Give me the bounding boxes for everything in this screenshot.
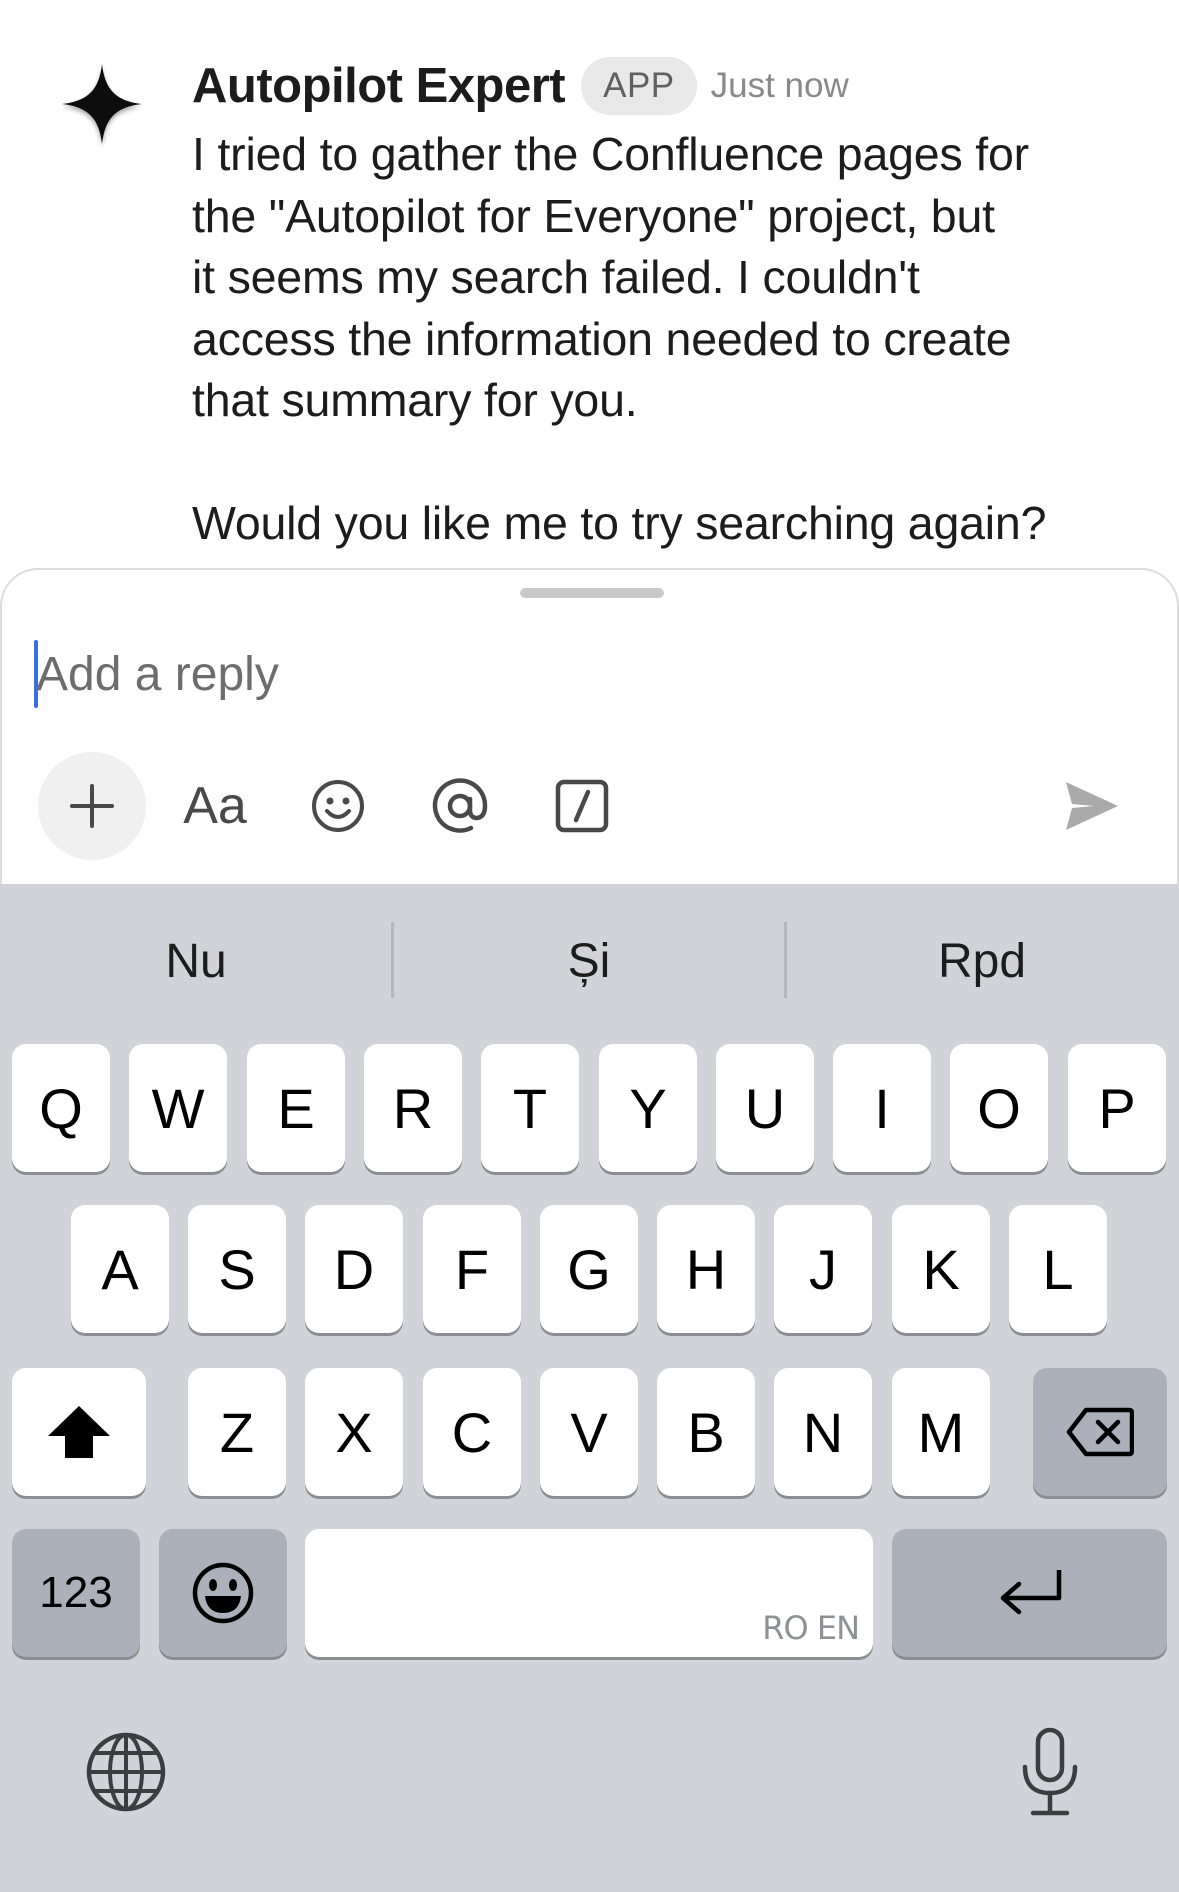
key-v[interactable]: V: [540, 1368, 638, 1496]
key-w[interactable]: W: [129, 1044, 227, 1172]
send-button[interactable]: [1052, 752, 1132, 860]
key-q[interactable]: Q: [12, 1044, 110, 1172]
key-j[interactable]: J: [774, 1205, 872, 1333]
key-y[interactable]: Y: [599, 1044, 697, 1172]
key-i[interactable]: I: [833, 1044, 931, 1172]
mention-button[interactable]: [424, 752, 496, 860]
message-text: I tried to gather the Confluence pages f…: [192, 128, 1047, 549]
suggestion-2[interactable]: Și: [393, 922, 785, 1002]
keyboard: Nu Și Rpd Q W E R T Y U I O P A S D F G …: [0, 884, 1179, 1892]
numbers-key[interactable]: 123: [12, 1529, 140, 1657]
slash-command-icon: [555, 779, 609, 833]
shift-key[interactable]: [12, 1368, 146, 1496]
backspace-icon: [1066, 1407, 1134, 1457]
key-u[interactable]: U: [716, 1044, 814, 1172]
key-l[interactable]: L: [1009, 1205, 1107, 1333]
sparkle-star-icon: [62, 64, 142, 144]
globe-button[interactable]: [84, 1730, 168, 1814]
return-key[interactable]: [892, 1529, 1167, 1657]
key-p[interactable]: P: [1068, 1044, 1166, 1172]
shift-icon: [48, 1406, 110, 1458]
key-c[interactable]: C: [423, 1368, 521, 1496]
language-hint: RO EN: [762, 1609, 860, 1647]
key-n[interactable]: N: [774, 1368, 872, 1496]
emoji-key[interactable]: [159, 1529, 287, 1657]
send-icon: [1066, 782, 1118, 830]
key-m[interactable]: M: [892, 1368, 990, 1496]
delete-key[interactable]: [1033, 1368, 1167, 1496]
emoji-button[interactable]: [302, 752, 374, 860]
composer-toolbar: Aa: [2, 752, 1177, 864]
microphone-icon: [1022, 1727, 1078, 1816]
dictation-button[interactable]: [1014, 1724, 1086, 1820]
key-t[interactable]: T: [481, 1044, 579, 1172]
suggestion-1[interactable]: Nu: [0, 922, 392, 1002]
app-badge: APP: [581, 57, 697, 115]
key-o[interactable]: O: [950, 1044, 1048, 1172]
key-d[interactable]: D: [305, 1205, 403, 1333]
format-label: Aa: [183, 777, 247, 835]
key-f[interactable]: F: [423, 1205, 521, 1333]
key-b[interactable]: B: [657, 1368, 755, 1496]
at-icon: [432, 778, 488, 833]
reply-composer: Aa: [0, 568, 1179, 884]
key-e[interactable]: E: [247, 1044, 345, 1172]
drag-handle[interactable]: [520, 588, 664, 598]
globe-icon: [86, 1732, 166, 1812]
suggestion-3[interactable]: Rpd: [786, 922, 1178, 1002]
return-icon: [1000, 1570, 1061, 1615]
key-k[interactable]: K: [892, 1205, 990, 1333]
key-r[interactable]: R: [364, 1044, 462, 1172]
message: Autopilot Expert APP Just now I tried to…: [0, 0, 1179, 570]
smiley-icon: [312, 780, 364, 832]
key-h[interactable]: H: [657, 1205, 755, 1333]
add-attachment-button[interactable]: [38, 752, 146, 860]
format-text-button[interactable]: Aa: [170, 752, 260, 860]
key-z[interactable]: Z: [188, 1368, 286, 1496]
key-a[interactable]: A: [71, 1205, 169, 1333]
suggestion-bar: Nu Și Rpd: [0, 884, 1179, 1040]
key-x[interactable]: X: [305, 1368, 403, 1496]
key-g[interactable]: G: [540, 1205, 638, 1333]
sender-name[interactable]: Autopilot Expert: [192, 58, 566, 114]
reply-input[interactable]: [36, 634, 1036, 714]
message-timestamp[interactable]: Just now: [711, 66, 849, 106]
emoji-icon: [192, 1562, 254, 1624]
key-s[interactable]: S: [188, 1205, 286, 1333]
plus-icon: [70, 784, 114, 828]
space-key[interactable]: RO EN: [305, 1529, 873, 1657]
shortcut-button[interactable]: [546, 752, 618, 860]
